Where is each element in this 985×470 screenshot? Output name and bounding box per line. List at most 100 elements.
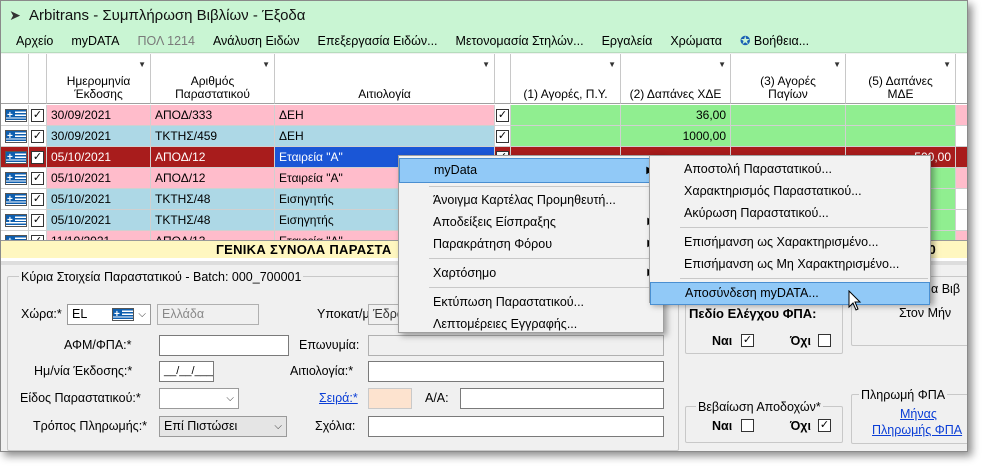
reason-input[interactable] [368,361,664,382]
cell-c5[interactable] [846,126,956,147]
receipt-yes-checkbox[interactable] [741,419,754,432]
cell-number[interactable]: ΤΚΤΗΣ/48 [151,210,275,231]
receipt-title: Βεβαίωση Αποδοχών* [696,400,823,414]
table-row[interactable]: ✓30/09/2021ΤΚΤΗΣ/459ΔΕΗ1000,00✓ [1,126,967,147]
country-label: Χώρα:* [21,307,62,321]
series-link[interactable]: Σειρά:* [319,391,358,405]
cell-number[interactable]: ΑΠΟΔ/333 [151,105,275,126]
context-item-supplier-card[interactable]: Άνοιγμα Καρτέλας Προμηθευτή... [399,190,663,211]
vat-payment-link[interactable]: Πληρωμής ΦΠΑ [872,423,962,437]
cell-date[interactable]: 05/10/2021 [47,147,151,168]
vat-no-checkbox[interactable] [818,334,831,347]
comments-input[interactable] [368,416,664,437]
menu-pol1214[interactable]: ΠΟΛ 1214 [128,34,203,48]
row-checkbox2-cell[interactable]: ✓ [495,126,511,147]
cell-reason[interactable]: ΔΕΗ [275,105,495,126]
cell-c2[interactable]: 1000,00 [621,126,731,147]
row-checkbox[interactable]: ✓ [31,130,44,143]
row-checkbox2-cell[interactable]: ✓ [495,105,511,126]
cell-date[interactable]: 30/09/2021 [47,126,151,147]
header-flag [1,54,29,104]
payment-select[interactable]: Επί Πιστώσει ⌵ [159,416,287,437]
cell-c3[interactable] [731,126,846,147]
menu-help[interactable]: ✪ Βοήθεια... [731,33,818,48]
arbitrans-logo-icon: ➤ [9,6,21,23]
cell-number[interactable]: ΤΚΤΗΣ/459 [151,126,275,147]
header-c2[interactable]: (2) Δαπάνες ΧΔΕ ▼ [621,54,731,104]
context-item-withholding[interactable]: Παρακράτηση Φόρου▶ [399,233,663,255]
context-item-receipts[interactable]: Αποδείξεις Είσπραξης▶ [399,211,663,233]
vat-payment-title: Πληρωμή ΦΠΑ [859,388,948,402]
country-select[interactable]: EL⌵ [67,304,151,325]
cell-number[interactable]: ΑΠΟΔ/12 [151,147,275,168]
context-item-stamp-duty[interactable]: Χαρτόσημο▶ [399,262,663,284]
menu-rename-columns[interactable]: Μετονομασία Στηλών... [447,34,593,48]
issue-date-input[interactable]: __/__/____ [159,361,214,382]
header-c3[interactable]: (3) Αγορές Παγίων ▼ [731,54,846,104]
submenu-characterize-document[interactable]: Χαρακτηρισμός Παραστατικού... [650,180,930,202]
menu-mydata[interactable]: myDATA [62,34,128,48]
row-checkbox[interactable]: ✓ [31,109,44,122]
row-checkbox2[interactable]: ✓ [496,109,509,122]
submenu-send-document[interactable]: Αποστολή Παραστατικού... [650,158,930,180]
cell-c3[interactable] [731,105,846,126]
cell-number[interactable]: ΤΚΤΗΣ/48 [151,189,275,210]
menu-item-analysis[interactable]: Ανάλυση Ειδών [204,34,309,48]
submenu-mark-uncharacterized[interactable]: Επισήμανση ως Μη Χαρακτηρισμένο... [650,253,930,275]
header-extra [956,54,967,104]
context-item-details[interactable]: Λεπτομέρειες Εγγραφής... [399,313,663,335]
cell-reason[interactable]: ΔΕΗ [275,126,495,147]
receipt-no-checkbox[interactable]: ✓ [818,419,831,432]
row-checkbox-cell[interactable]: ✓ [29,147,47,168]
menu-tools[interactable]: Εργαλεία [593,34,662,48]
header-number[interactable]: Αριθμός Παραστατικού ▼ [151,54,275,104]
submenu-mark-characterized[interactable]: Επισήμανση ως Χαρακτηρισμένο... [650,231,930,253]
name-label: Επωνυμία: [299,338,360,352]
cell-c2[interactable]: 36,00 [621,105,731,126]
afm-input[interactable] [159,335,289,356]
row-flag-cell [1,168,29,189]
table-row[interactable]: ✓30/09/2021ΑΠΟΔ/333ΔΕΗ36,00✓ [1,105,967,126]
context-item-mydata[interactable]: myData▶ [399,158,663,183]
greek-flag-icon [5,148,27,167]
cell-date[interactable]: 30/09/2021 [47,105,151,126]
cell-number[interactable]: ΑΠΟΔ/12 [151,168,275,189]
submenu-cancel-document[interactable]: Ακύρωση Παραστατικού... [650,202,930,224]
row-checkbox-cell[interactable]: ✓ [29,168,47,189]
greek-flag-icon [5,127,27,146]
cell-date[interactable]: 05/10/2021 [47,168,151,189]
cell-date[interactable]: 05/10/2021 [47,210,151,231]
menu-item-edit[interactable]: Επεξεργασία Ειδών... [309,34,447,48]
header-reason[interactable]: Αιτιολογία ▼ [275,54,495,104]
menu-colors[interactable]: Χρώματα [661,34,731,48]
doc-type-select[interactable]: ⌵ [159,388,239,409]
cell-c1[interactable] [511,126,621,147]
row-checkbox[interactable]: ✓ [31,151,44,164]
row-checkbox-cell[interactable]: ✓ [29,189,47,210]
cell-date[interactable]: 05/10/2021 [47,189,151,210]
header-c1[interactable]: (1) Αγορές, Π.Υ. ▼ [511,54,621,104]
header-date[interactable]: Ημερομηνία Έκδοσης ▼ [47,54,151,104]
name-input[interactable] [368,335,664,356]
row-checkbox[interactable]: ✓ [31,193,44,206]
row-checkbox2[interactable]: ✓ [496,130,509,143]
row-checkbox[interactable]: ✓ [31,214,44,227]
context-item-print[interactable]: Εκτύπωση Παραστατικού... [399,291,663,313]
cell-c1[interactable] [511,105,621,126]
aa-input[interactable] [460,388,664,409]
month-label: Στον Μήν [899,306,952,320]
series-input[interactable] [368,388,412,409]
filter-arrow-icon: ▼ [608,60,616,69]
filter-arrow-icon: ▼ [718,60,726,69]
row-checkbox-cell[interactable]: ✓ [29,105,47,126]
greek-flag-icon [5,106,27,125]
row-checkbox-cell[interactable]: ✓ [29,126,47,147]
row-checkbox-cell[interactable]: ✓ [29,210,47,231]
row-checkbox[interactable]: ✓ [31,172,44,185]
menu-file[interactable]: Αρχείο [7,34,62,48]
submenu-disconnect-mydata[interactable]: Αποσύνδεση myDATA... [650,282,930,305]
cell-c5[interactable] [846,105,956,126]
vat-yes-checkbox[interactable]: ✓ [741,334,754,347]
vat-payment-month-link[interactable]: Μήνας [900,407,937,421]
header-c5[interactable]: (5) Δαπάνες ΜΔΕ ▼ [846,54,956,104]
